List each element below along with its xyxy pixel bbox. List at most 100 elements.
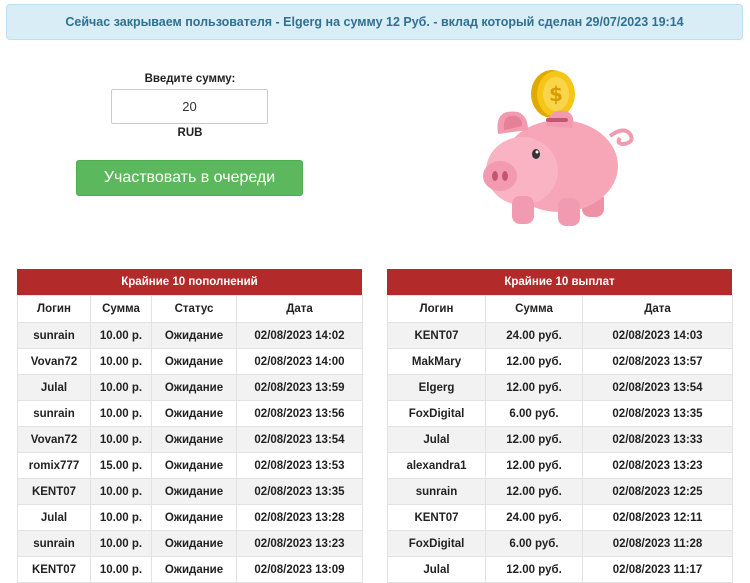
cell-amount: 6.00 руб. [485, 400, 583, 427]
piggy-bank-with-coin-icon: $ [483, 70, 634, 226]
cell-date: 02/08/2023 14:03 [582, 322, 733, 349]
cell-status: Ожидание [151, 478, 237, 505]
table-row: FoxDigital 6.00 руб. 02/08/2023 13:35 [387, 400, 733, 427]
cell-amount: 10.00 р. [90, 504, 152, 531]
table-row: Julal 12.00 руб. 02/08/2023 11:17 [387, 556, 733, 583]
cell-login: Julal [17, 374, 91, 401]
cell-amount: 12.00 руб. [485, 478, 583, 505]
cell-date: 02/08/2023 13:33 [582, 426, 733, 453]
cell-amount: 12.00 руб. [485, 348, 583, 375]
cell-amount: 6.00 руб. [485, 530, 583, 557]
deposits-table: Логин Сумма Статус Дата sunrain 10.00 р. О… [17, 295, 363, 583]
cell-amount: 10.00 р. [90, 426, 152, 453]
cell-date: 02/08/2023 13:53 [236, 452, 363, 479]
table-row: Julal 12.00 руб. 02/08/2023 13:33 [387, 426, 733, 453]
cell-amount: 12.00 руб. [485, 556, 583, 583]
cell-date: 02/08/2023 13:59 [236, 374, 363, 401]
cell-amount: 10.00 р. [90, 348, 152, 375]
currency-label: RUB [177, 127, 203, 139]
column-header-date: Дата [582, 295, 733, 323]
cell-login: sunrain [17, 400, 91, 427]
cell-amount: 24.00 руб. [485, 504, 583, 531]
deposits-table-panel: Крайние 10 пополнений Логин Сумма Статус… [17, 269, 363, 583]
cell-login: Elgerg [387, 374, 486, 401]
table-row: KENT07 10.00 р. Ожидание 02/08/2023 13:09 [17, 556, 363, 583]
cell-status: Ожидание [151, 322, 237, 349]
cell-date: 02/08/2023 13:54 [582, 374, 733, 401]
cell-date: 02/08/2023 13:35 [582, 400, 733, 427]
cell-login: sunrain [17, 322, 91, 349]
column-header-date: Дата [236, 295, 363, 323]
info-banner: Сейчас закрываем пользователя - Elgerg н… [6, 4, 743, 40]
cell-date: 02/08/2023 11:28 [582, 530, 733, 557]
cell-date: 02/08/2023 13:35 [236, 478, 363, 505]
cell-amount: 24.00 руб. [485, 322, 583, 349]
column-header-amount: Сумма [90, 295, 152, 323]
cell-date: 02/08/2023 12:11 [582, 504, 733, 531]
deposits-header-row: Логин Сумма Статус Дата [17, 295, 363, 323]
cell-date: 02/08/2023 11:17 [582, 556, 733, 583]
cell-date: 02/08/2023 13:57 [582, 348, 733, 375]
cell-amount: 10.00 р. [90, 530, 152, 557]
deposits-table-title: Крайние 10 пополнений [17, 269, 362, 295]
payouts-table-title: Крайние 10 выплат [387, 269, 732, 295]
cell-login: KENT07 [387, 504, 486, 531]
table-row: romix777 15.00 р. Ожидание 02/08/2023 13:53 [17, 452, 363, 479]
cell-login: sunrain [387, 478, 486, 505]
cell-amount: 10.00 р. [90, 400, 152, 427]
cell-date: 02/08/2023 13:23 [236, 530, 363, 557]
cell-login: KENT07 [387, 322, 486, 349]
cell-login: FoxDigital [387, 530, 486, 557]
table-row: Elgerg 12.00 руб. 02/08/2023 13:54 [387, 374, 733, 401]
cell-login: KENT07 [17, 478, 91, 505]
svg-text:$: $ [549, 82, 563, 106]
cell-login: Vovan72 [17, 426, 91, 453]
amount-input[interactable] [111, 89, 268, 124]
column-header-status: Статус [151, 295, 237, 323]
cell-login: KENT07 [17, 556, 91, 583]
table-row: KENT07 24.00 руб. 02/08/2023 12:11 [387, 504, 733, 531]
table-row: sunrain 10.00 р. Ожидание 02/08/2023 13:23 [17, 530, 363, 557]
cell-status: Ожидание [151, 400, 237, 427]
table-row: sunrain 10.00 р. Ожидание 02/08/2023 14:02 [17, 322, 363, 349]
cell-amount: 12.00 руб. [485, 374, 583, 401]
table-row: KENT07 10.00 р. Ожидание 02/08/2023 13:35 [17, 478, 363, 505]
payouts-table: Логин Сумма Дата KENT07 24.00 руб. 02/08/2… [387, 295, 733, 583]
column-header-login: Логин [17, 295, 91, 323]
cell-amount: 12.00 руб. [485, 426, 583, 453]
cell-amount: 10.00 р. [90, 374, 152, 401]
cell-amount: 10.00 р. [90, 322, 152, 349]
table-row: KENT07 24.00 руб. 02/08/2023 14:03 [387, 322, 733, 349]
table-row: Vovan72 10.00 р. Ожидание 02/08/2023 13:54 [17, 426, 363, 453]
cell-date: 02/08/2023 13:23 [582, 452, 733, 479]
column-header-amount: Сумма [485, 295, 583, 323]
cell-date: 02/08/2023 13:56 [236, 400, 363, 427]
cell-login: Vovan72 [17, 348, 91, 375]
cell-login: Julal [387, 426, 486, 453]
payouts-header-row: Логин Сумма Дата [387, 295, 733, 323]
table-row: MakMary 12.00 руб. 02/08/2023 13:57 [387, 348, 733, 375]
table-row: FoxDigital 6.00 руб. 02/08/2023 11:28 [387, 530, 733, 557]
cell-status: Ожидание [151, 504, 237, 531]
cell-amount: 15.00 р. [90, 452, 152, 479]
join-queue-button[interactable]: Участвовать в очереди [76, 160, 303, 196]
cell-login: romix777 [17, 452, 91, 479]
payouts-table-panel: Крайние 10 выплат Логин Сумма Дата KENT0… [387, 269, 733, 583]
cell-date: 02/08/2023 12:25 [582, 478, 733, 505]
table-row: Julal 10.00 р. Ожидание 02/08/2023 13:59 [17, 374, 363, 401]
cell-date: 02/08/2023 13:54 [236, 426, 363, 453]
table-row: sunrain 10.00 р. Ожидание 02/08/2023 13:56 [17, 400, 363, 427]
table-row: Vovan72 10.00 р. Ожидание 02/08/2023 14:00 [17, 348, 363, 375]
cell-status: Ожидание [151, 556, 237, 583]
cell-login: alexandra1 [387, 452, 486, 479]
info-banner-text: Сейчас закрываем пользователя - Elgerg н… [65, 15, 684, 29]
table-row: alexandra1 12.00 руб. 02/08/2023 13:23 [387, 452, 733, 479]
cell-date: 02/08/2023 13:28 [236, 504, 363, 531]
amount-label: Введите сумму: [144, 73, 236, 85]
cell-amount: 10.00 р. [90, 478, 152, 505]
cell-status: Ожидание [151, 426, 237, 453]
cell-status: Ожидание [151, 374, 237, 401]
cell-status: Ожидание [151, 530, 237, 557]
cell-login: Julal [387, 556, 486, 583]
cell-status: Ожидание [151, 452, 237, 479]
